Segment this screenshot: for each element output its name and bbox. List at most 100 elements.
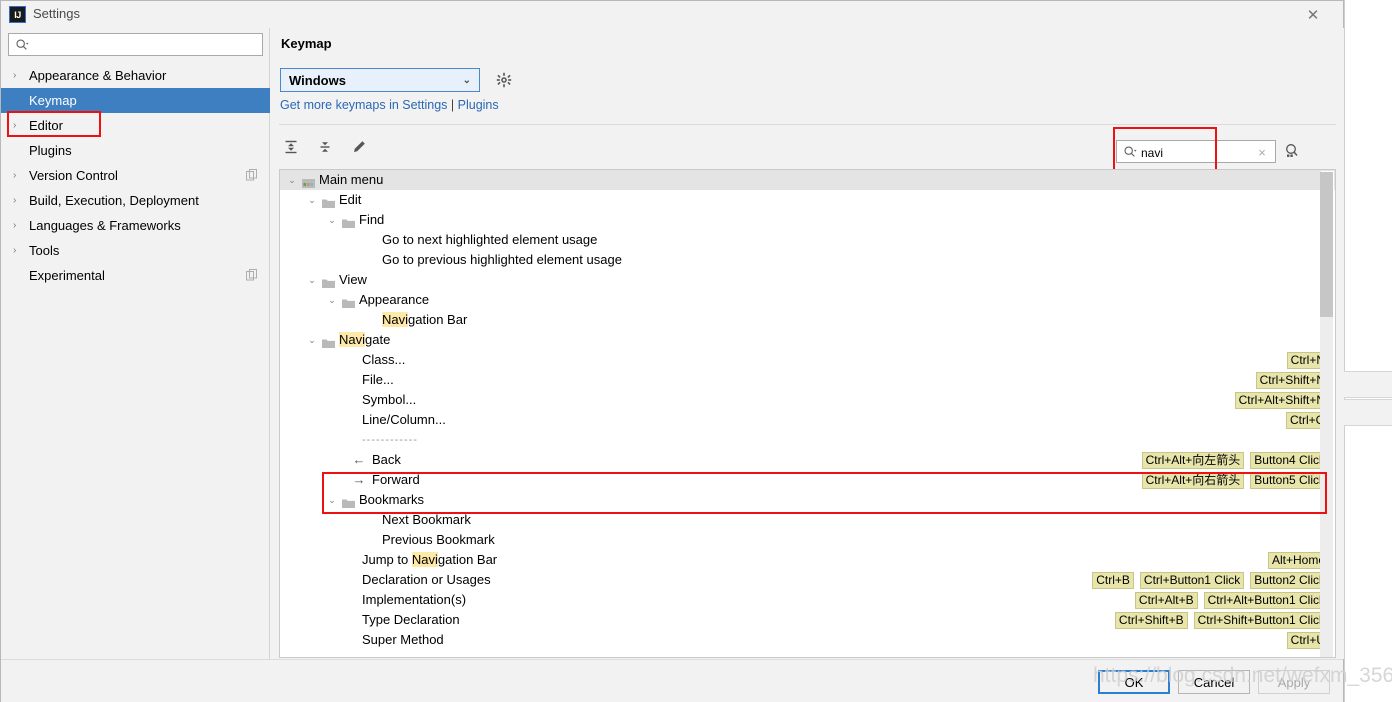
tree-row-label: Super Method <box>362 632 444 647</box>
keymap-find-box[interactable]: × <box>1116 140 1276 163</box>
search-icon <box>16 39 29 50</box>
chevron-down-icon[interactable]: ⌄ <box>326 290 338 310</box>
keymap-select[interactable]: Windows ⌄ <box>280 68 480 92</box>
chevron-down-icon[interactable]: ⌄ <box>306 190 318 210</box>
sidebar-item-plugins[interactable]: Plugins <box>1 138 270 163</box>
tree-row-label: File... <box>362 372 394 387</box>
sidebar-item-appearance-behavior[interactable]: › Appearance & Behavior <box>1 63 270 88</box>
tree-row[interactable]: Declaration or Usages Ctrl+B Ctrl+Button1 … <box>280 570 1335 590</box>
tree-row[interactable]: ⌄ Bookmarks <box>280 490 1335 510</box>
tree-row-label: Type Declaration <box>362 612 460 627</box>
main-menu-icon <box>302 175 315 188</box>
sidebar-item-experimental[interactable]: Experimental <box>1 263 270 288</box>
sidebar-item-label: Tools <box>29 243 60 258</box>
tree-row-label: Previous Bookmark <box>382 532 495 547</box>
sidebar-item-keymap[interactable]: Keymap <box>1 88 270 113</box>
keymap-panel: Keymap Windows ⌄ Get more keymaps in Set… <box>271 28 1344 659</box>
shortcut-list: Ctrl+Alt+B Ctrl+Alt+Button1 Click <box>1134 592 1329 609</box>
tree-row[interactable]: Class... Ctrl+N <box>280 350 1335 370</box>
tree-row[interactable]: Super Method Ctrl+U <box>280 630 1335 649</box>
search-match-highlight: Navi <box>339 332 366 347</box>
collapse-all-button[interactable] <box>314 136 336 158</box>
tree-row[interactable]: ⌄ Navigate <box>280 330 1335 350</box>
collapse-all-icon <box>320 142 330 152</box>
tree-row[interactable]: File... Ctrl+Shift+N <box>280 370 1335 390</box>
settings-sidebar: › Appearance & Behavior Keymap › Editor Plugi… <box>1 28 270 702</box>
sidebar-item-build-execution-deployment[interactable]: › Build, Execution, Deployment <box>1 188 270 213</box>
tree-scrollbar-track[interactable] <box>1320 317 1333 657</box>
chevron-down-icon[interactable]: ⌄ <box>326 210 338 230</box>
tree-row[interactable]: ⌄ Main menu <box>280 170 1335 190</box>
tree-row-label: Declaration or Usages <box>362 572 491 587</box>
tree-row[interactable]: ⌄ View <box>280 270 1335 290</box>
sidebar-item-label: Version Control <box>29 168 118 183</box>
sidebar-item-tools[interactable]: › Tools <box>1 238 270 263</box>
chevron-down-icon[interactable]: ⌄ <box>326 490 338 510</box>
sidebar-item-languages-frameworks[interactable]: › Languages & Frameworks <box>1 213 270 238</box>
shortcut-badge: Ctrl+Alt+B <box>1134 592 1198 609</box>
tree-scrollbar[interactable] <box>1320 171 1334 657</box>
keymap-tree[interactable]: ⌄ Main menu ⌄ Edit ⌄ Find Go to next highlight… <box>279 169 1336 658</box>
gear-icon <box>496 72 512 88</box>
tree-row[interactable]: Jump to Navigation Bar Alt+Home <box>280 550 1335 570</box>
close-icon[interactable]: ✕ <box>1291 1 1335 28</box>
keymap-toolbar <box>280 132 370 162</box>
tree-row-label: Forward <box>372 472 420 487</box>
tree-row[interactable]: Line/Column... Ctrl+G <box>280 410 1335 430</box>
sidebar-item-editor[interactable]: › Editor <box>1 113 270 138</box>
tree-row-label: Find <box>359 212 385 227</box>
chevron-down-icon[interactable]: ⌄ <box>286 170 298 190</box>
apply-button[interactable]: Apply <box>1258 670 1330 694</box>
get-more-keymaps-label: Get more keymaps in Settings <box>280 98 448 112</box>
tree-row[interactable]: ⌄ Find <box>280 210 1335 230</box>
keymap-find-input[interactable] <box>1141 144 1241 161</box>
tree-row-label: Next Bookmark <box>382 512 471 527</box>
copy-settings-icon[interactable] <box>246 169 258 181</box>
background-panel-strip <box>1344 371 1392 398</box>
tree-row[interactable]: Go to previous highlighted element usage <box>280 250 1335 270</box>
sidebar-search-box[interactable] <box>8 33 263 56</box>
search-match-highlight: Navi <box>411 552 438 567</box>
sidebar-item-version-control[interactable]: › Version Control <box>1 163 270 188</box>
panel-divider <box>279 124 1336 125</box>
settings-dialog: IJ Settings ✕ › Appearance & Behavior Keym… <box>0 0 1344 702</box>
plugins-link[interactable]: Plugins <box>458 98 499 112</box>
tree-row-label: Edit <box>339 192 362 207</box>
tree-row[interactable]: Next Bookmark <box>280 510 1335 530</box>
find-by-shortcut-button[interactable] <box>1283 142 1303 162</box>
tree-row[interactable]: → Forward Ctrl+Alt+向右箭头 Button5 Click <box>280 470 1335 490</box>
keymap-settings-button[interactable] <box>493 69 515 91</box>
tree-row[interactable]: ⌄ Edit <box>280 190 1335 210</box>
link-separator: | <box>447 98 458 112</box>
chevron-down-icon[interactable]: ⌄ <box>306 270 318 290</box>
tree-row[interactable]: Type Declaration Ctrl+Shift+B Ctrl+Shift+B… <box>280 610 1335 630</box>
edit-shortcut-button[interactable] <box>348 136 370 158</box>
chevron-right-icon: › <box>13 70 17 81</box>
tree-row[interactable]: ------------ <box>280 430 1335 450</box>
intellij-logo-icon: IJ <box>9 6 26 23</box>
shortcut-badge: Ctrl+Alt+Shift+N <box>1234 392 1329 409</box>
sidebar-search-input[interactable] <box>33 37 253 54</box>
tree-row[interactable]: Go to next highlighted element usage <box>280 230 1335 250</box>
clear-search-icon[interactable]: × <box>1255 144 1269 160</box>
shortcut-badge: Ctrl+Shift+N <box>1255 372 1329 389</box>
tree-row[interactable]: Previous Bookmark <box>280 530 1335 550</box>
folder-icon <box>322 195 335 208</box>
chevron-down-icon: ⌄ <box>462 75 471 86</box>
copy-settings-icon[interactable] <box>246 269 258 281</box>
tree-row[interactable]: ← Back Ctrl+Alt+向左箭头 Button4 Click <box>280 450 1335 470</box>
tree-row-label: Go to next highlighted element usage <box>382 232 598 247</box>
tree-row[interactable]: Navigation Bar <box>280 310 1335 330</box>
cancel-button[interactable]: Cancel <box>1178 670 1250 694</box>
chevron-down-icon[interactable]: ⌄ <box>306 330 318 350</box>
page-title: Keymap <box>281 36 332 51</box>
expand-all-button[interactable] <box>280 136 302 158</box>
get-more-keymaps-link[interactable]: Get more keymaps in Settings | Plugins <box>280 98 499 112</box>
tree-row[interactable]: Symbol... Ctrl+Alt+Shift+N <box>280 390 1335 410</box>
shortcut-badge: Button4 Click <box>1250 452 1329 469</box>
ok-button[interactable]: OK <box>1098 670 1170 694</box>
tree-row[interactable]: ⌄ Appearance <box>280 290 1335 310</box>
background-window-edge <box>1344 0 1345 702</box>
tree-row[interactable]: Implementation(s) Ctrl+Alt+B Ctrl+Alt+Butt… <box>280 590 1335 610</box>
tree-scrollbar-thumb[interactable] <box>1320 172 1333 317</box>
